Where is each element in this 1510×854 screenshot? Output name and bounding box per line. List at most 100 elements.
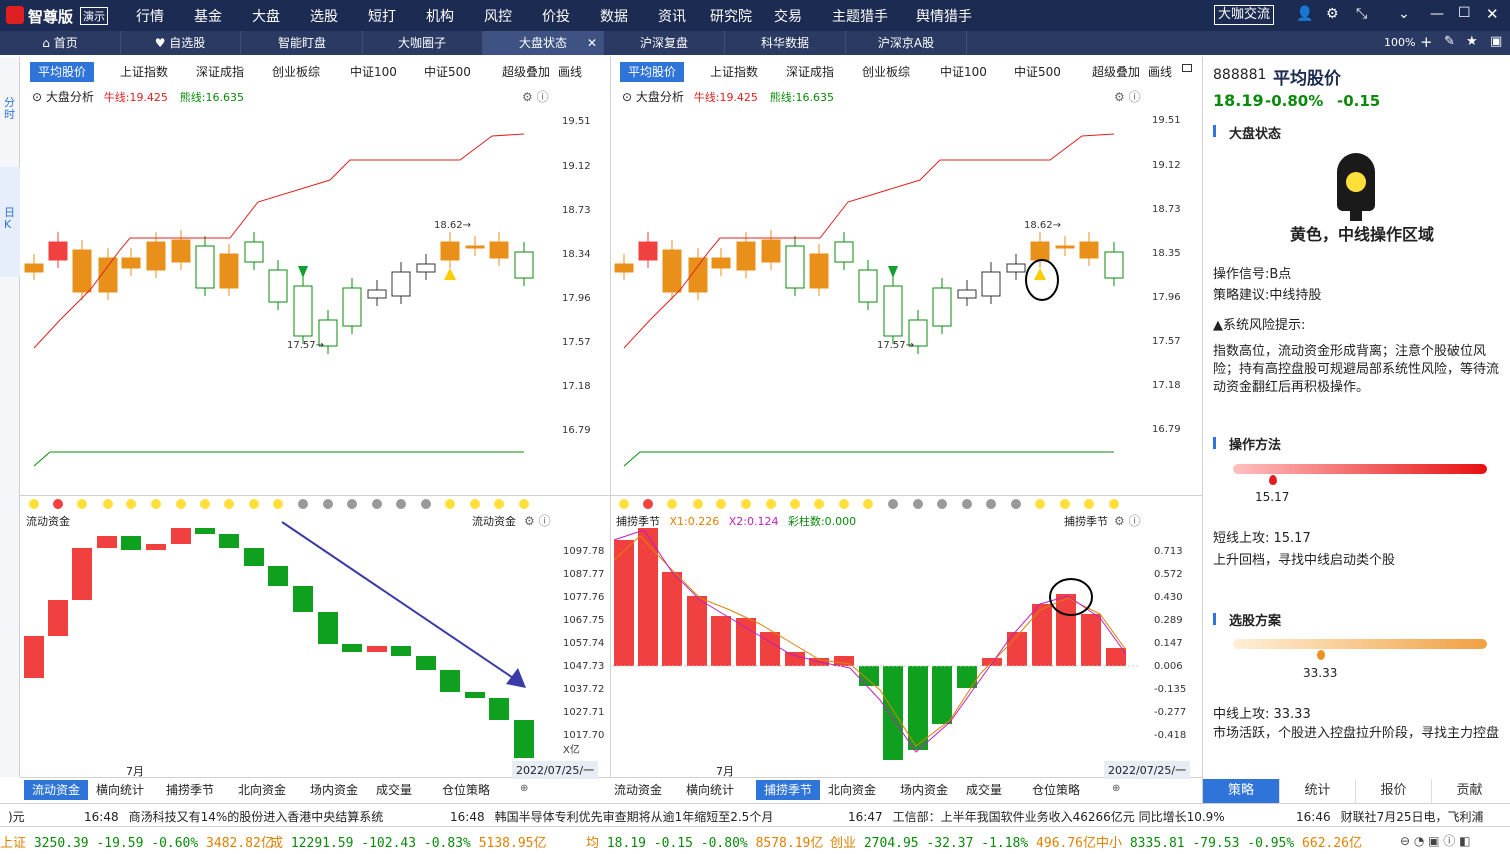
ticker-tools-icon[interactable]: ⊖ ◔ ▣ ⓘ ◧	[1400, 832, 1470, 849]
ticker-zx-amt: 662.26亿	[1302, 836, 1363, 851]
signal-text: 操作信号:B点	[1213, 267, 1292, 282]
candle-body	[72, 249, 92, 293]
method-title: 操作方法	[1229, 438, 1282, 453]
candle-body	[981, 271, 1001, 297]
news-item[interactable]: 16:48 商汤科技又有14%的股份进入香港中央结算系统	[84, 808, 383, 825]
status-dot	[1060, 499, 1070, 509]
side-tab[interactable]: 统计	[1279, 779, 1355, 803]
star-icon[interactable]: ★	[1466, 34, 1478, 49]
bottom-tab[interactable]: 横向统计	[686, 780, 734, 800]
ticker-avg-label: 均	[586, 836, 600, 851]
status-dot	[29, 499, 39, 509]
side-tab[interactable]: 贡献	[1431, 779, 1507, 803]
status-dot	[766, 499, 776, 509]
side-tab[interactable]: 策略	[1203, 779, 1279, 803]
pick-line2: 市场活跃，个股进入控盘拉升阶段，寻找主力控盘	[1213, 726, 1500, 741]
news-fragment: )元	[8, 810, 25, 824]
flow-tick: 1037.72	[563, 684, 604, 695]
bottom-tab[interactable]: 场内资金	[900, 780, 948, 800]
maximize-icon[interactable]: ☐	[1458, 5, 1471, 21]
season-settings-icon[interactable]: ⚙ ⓘ	[1114, 512, 1141, 529]
status-dot	[494, 499, 504, 509]
season-header: 捕捞季节 X1:0.226 X2:0.124 彩柱数:0.000	[616, 513, 856, 529]
low-annotation: 17.57→	[287, 340, 324, 351]
season-bar	[662, 572, 682, 666]
chart-canvas[interactable]: 19.51 19.12 18.73 18.34 17.96 17.57 17.18 16.79…	[0, 0, 1202, 780]
bottom-tab[interactable]: 成交量	[966, 780, 1002, 800]
minimize-icon[interactable]: —	[1430, 6, 1444, 22]
status-dot	[839, 499, 849, 509]
bottom-tab[interactable]: 仓位策略	[1032, 780, 1080, 800]
season-caishu: 彩柱数:0.000	[787, 515, 857, 528]
news-item[interactable]: 16:47 工信部：上半年我国软件业务收入46266亿元 同比增长10.9%	[848, 808, 1225, 825]
ticker-sz-amt: 5138.95亿	[478, 836, 547, 851]
risk-text: 指数高位，流动资金形成背离；注意个股破位风险；持有高控盘股可规避局部系统性风险，…	[1213, 344, 1500, 395]
season-bar	[1056, 594, 1076, 666]
status-dot	[298, 499, 308, 509]
season-bar	[932, 666, 952, 724]
user-icon[interactable]: 👤	[1296, 6, 1313, 22]
sell-signal-icon	[298, 266, 308, 278]
candle-body	[293, 285, 313, 337]
chevron-down-icon[interactable]: ⌄	[1398, 6, 1410, 22]
status-dot	[396, 499, 406, 509]
bottom-tab[interactable]: 流动资金	[24, 780, 89, 800]
strategy-side-panel: 888881 平均股价 18.19 -0.80% -0.15 大盘状态 黄色，中…	[1203, 57, 1510, 803]
news-time: 16:47	[848, 810, 883, 824]
sell-signal-icon	[888, 266, 898, 278]
edit-icon[interactable]: ✎	[1444, 34, 1455, 49]
bottom-tab[interactable]: 成交量	[376, 780, 412, 800]
bottom-tab[interactable]: 捕捞季节	[166, 780, 214, 800]
bottom-tab[interactable]: 场内资金	[310, 780, 358, 800]
bottom-tab[interactable]: 流动资金	[614, 780, 662, 800]
save-icon[interactable]: ▣	[1490, 34, 1502, 49]
expand-up-icon[interactable]: ⊕	[520, 783, 528, 794]
season-tick: -0.135	[1154, 684, 1186, 695]
ticker-avg-amt: 8578.19亿	[755, 836, 824, 851]
price-tick: 18.73	[1152, 204, 1181, 215]
news-item[interactable]: 16:46 财联社7月25日电，飞利浦	[1296, 808, 1484, 825]
status-dot	[249, 499, 259, 509]
shrink-icon[interactable]: ⤡	[1356, 6, 1367, 22]
flow-settings-icon[interactable]: ⚙ ⓘ	[524, 512, 551, 529]
status-dot	[273, 499, 283, 509]
status-dot	[814, 499, 824, 509]
season-tick: -0.418	[1154, 730, 1186, 741]
side-tab[interactable]: 报价	[1355, 779, 1431, 803]
season-bar	[614, 540, 634, 666]
zoom-level[interactable]: 100%	[1384, 36, 1415, 49]
date-label: 2022/07/25/一	[512, 761, 599, 779]
bottom-tab[interactable]: 北向资金	[238, 780, 286, 800]
flow-tick: X亿	[563, 743, 580, 756]
bottom-tab[interactable]: 捕捞季节	[756, 780, 821, 800]
season-bar	[736, 618, 756, 666]
price-tick: 18.34	[562, 249, 591, 260]
flow-tick: 1047.73	[563, 661, 604, 672]
pick-gauge	[1233, 639, 1487, 649]
season-tick: 0.147	[1154, 638, 1183, 649]
news-text: 工信部：上半年我国软件业务收入46266亿元 同比增长10.9%	[892, 810, 1225, 824]
flow-bar	[489, 698, 509, 720]
settings-icon[interactable]: ⚙	[1326, 6, 1339, 22]
news-item[interactable]: 16:48 韩国半导体专利优先审查期将从逾1年缩短至2.5个月	[450, 808, 773, 825]
close-icon[interactable]: ✕	[1486, 5, 1499, 23]
expert-chat-button[interactable]: 大咖交流	[1214, 5, 1275, 25]
bottom-tab[interactable]: 北向资金	[828, 780, 876, 800]
price-tick: 19.12	[562, 161, 591, 172]
plus-icon[interactable]: +	[1420, 33, 1433, 51]
bottom-tab[interactable]: 横向统计	[96, 780, 144, 800]
season-tick: 0.289	[1154, 615, 1183, 626]
candle-body	[171, 239, 191, 263]
ticker-avg: 18.19 -0.15 -0.80%	[606, 836, 748, 851]
price-tick: 18.35	[1152, 248, 1181, 259]
bottom-tab[interactable]: 仓位策略	[442, 780, 490, 800]
pick-title: 选股方案	[1229, 614, 1282, 629]
light-status-text: 黄色，中线操作区域	[1289, 225, 1434, 244]
flow-tick: 1017.70	[563, 730, 604, 741]
price-tick: 16.79	[562, 425, 591, 436]
price-tick: 17.57	[562, 337, 591, 348]
expand-up-icon[interactable]: ⊕	[1112, 783, 1120, 794]
season-x1: X1:0.226	[669, 515, 720, 528]
price-tick: 19.51	[562, 116, 591, 127]
price-tick: 16.79	[1152, 424, 1181, 435]
